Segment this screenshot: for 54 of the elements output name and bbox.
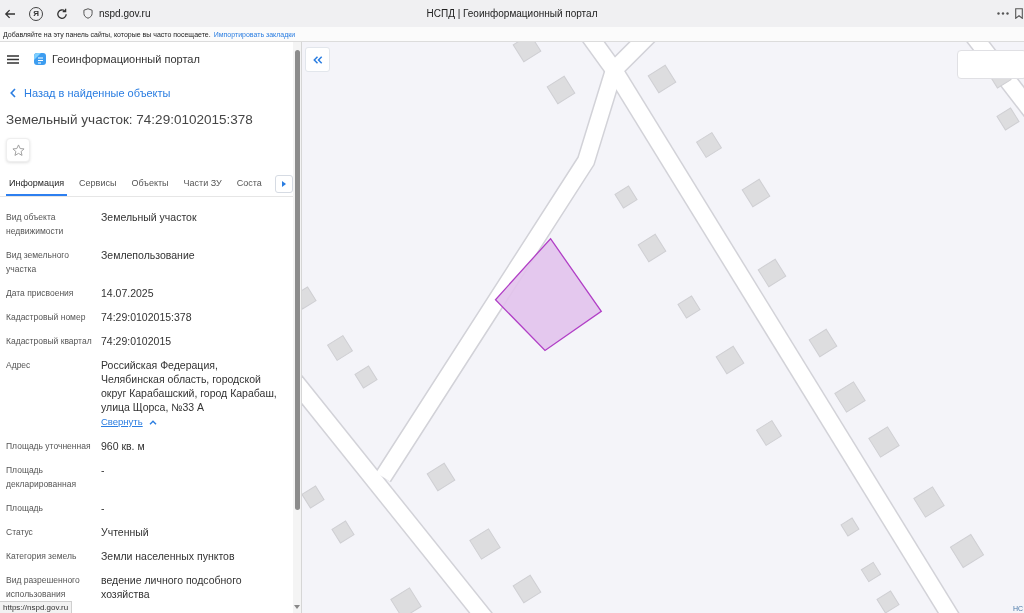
scroll-down-icon[interactable] bbox=[294, 605, 300, 609]
page-title: НСПД | Геоинформационный портал bbox=[426, 8, 598, 19]
address-url[interactable]: nspd.gov.ru bbox=[99, 8, 151, 19]
tab[interactable]: Соста bbox=[233, 172, 265, 196]
field-label: Дата присвоения bbox=[6, 287, 75, 300]
field-label: Статус bbox=[6, 526, 34, 539]
field-value: Земельный участок bbox=[101, 210, 197, 224]
field-label: Категория земель bbox=[6, 550, 78, 563]
map-overlay-panel bbox=[957, 50, 1024, 79]
field-value: 960 кв. м bbox=[101, 439, 145, 453]
collapse-panel-button[interactable] bbox=[305, 47, 330, 72]
field-value: - bbox=[101, 463, 105, 477]
field-value: - bbox=[101, 501, 105, 515]
tabs-scroll-button[interactable] bbox=[275, 175, 293, 193]
double-chevron-left-icon bbox=[312, 55, 323, 64]
field-value: Землепользование bbox=[101, 248, 195, 262]
collapse-link[interactable]: Свернуть bbox=[101, 415, 157, 429]
field-value: ведение личного подсобного хозяйства bbox=[101, 573, 243, 601]
back-arrow-icon[interactable] bbox=[4, 7, 16, 20]
field-value: Учтенный bbox=[101, 525, 149, 539]
field-label: Кадастровый квартал bbox=[6, 335, 93, 348]
field-label: Вид объекта недвижимости bbox=[6, 211, 65, 238]
field-label: Кадастровый номер bbox=[6, 311, 87, 324]
scrollbar-thumb[interactable] bbox=[295, 50, 300, 510]
field-value: 74:29:0102015:378 bbox=[101, 310, 192, 324]
more-icon[interactable] bbox=[997, 12, 1009, 15]
field-label: Вид разрешенного использования bbox=[6, 574, 81, 601]
tab[interactable]: Информация bbox=[6, 172, 68, 196]
field-label: Площадь уточненная bbox=[6, 440, 92, 453]
field-label: Адрес bbox=[6, 359, 32, 372]
field-label: Площадь декларированная bbox=[6, 464, 77, 491]
menu-icon[interactable] bbox=[7, 54, 19, 64]
tab[interactable]: Объекты bbox=[128, 172, 172, 196]
chevron-left-icon bbox=[10, 88, 16, 98]
field-value: Земли населенных пунктов bbox=[101, 549, 235, 563]
field-value: 14.07.2025 bbox=[101, 286, 154, 300]
status-url: https://nspd.gov.ru bbox=[0, 601, 73, 613]
portal-name: Геоинформационный портал bbox=[52, 53, 200, 65]
parcel-polygon[interactable] bbox=[494, 237, 603, 352]
reload-icon[interactable] bbox=[56, 7, 68, 20]
caret-right-icon bbox=[282, 181, 286, 187]
tab[interactable]: Сервисы bbox=[76, 172, 120, 196]
shield-icon[interactable] bbox=[83, 8, 93, 19]
star-icon bbox=[11, 143, 25, 157]
back-link[interactable]: Назад в найденные объекты bbox=[6, 86, 171, 100]
field-value: 74:29:0102015 bbox=[101, 334, 172, 348]
bookmark-icon[interactable] bbox=[1015, 8, 1023, 19]
field-value: Российская Федерация, Челябинская область, городской округ Карабашский, город Карабаш, улица Щорса, №33 А bbox=[101, 358, 278, 414]
tab[interactable]: Части ЗУ bbox=[180, 172, 225, 196]
portal-logo-icon bbox=[33, 52, 47, 66]
parcel-title: Земельный участок: 74:29:0102015:378 bbox=[6, 111, 254, 129]
chevron-up-icon bbox=[148, 419, 157, 425]
field-label: Площадь bbox=[6, 502, 44, 515]
field-label: Вид земельного участка bbox=[6, 249, 70, 276]
